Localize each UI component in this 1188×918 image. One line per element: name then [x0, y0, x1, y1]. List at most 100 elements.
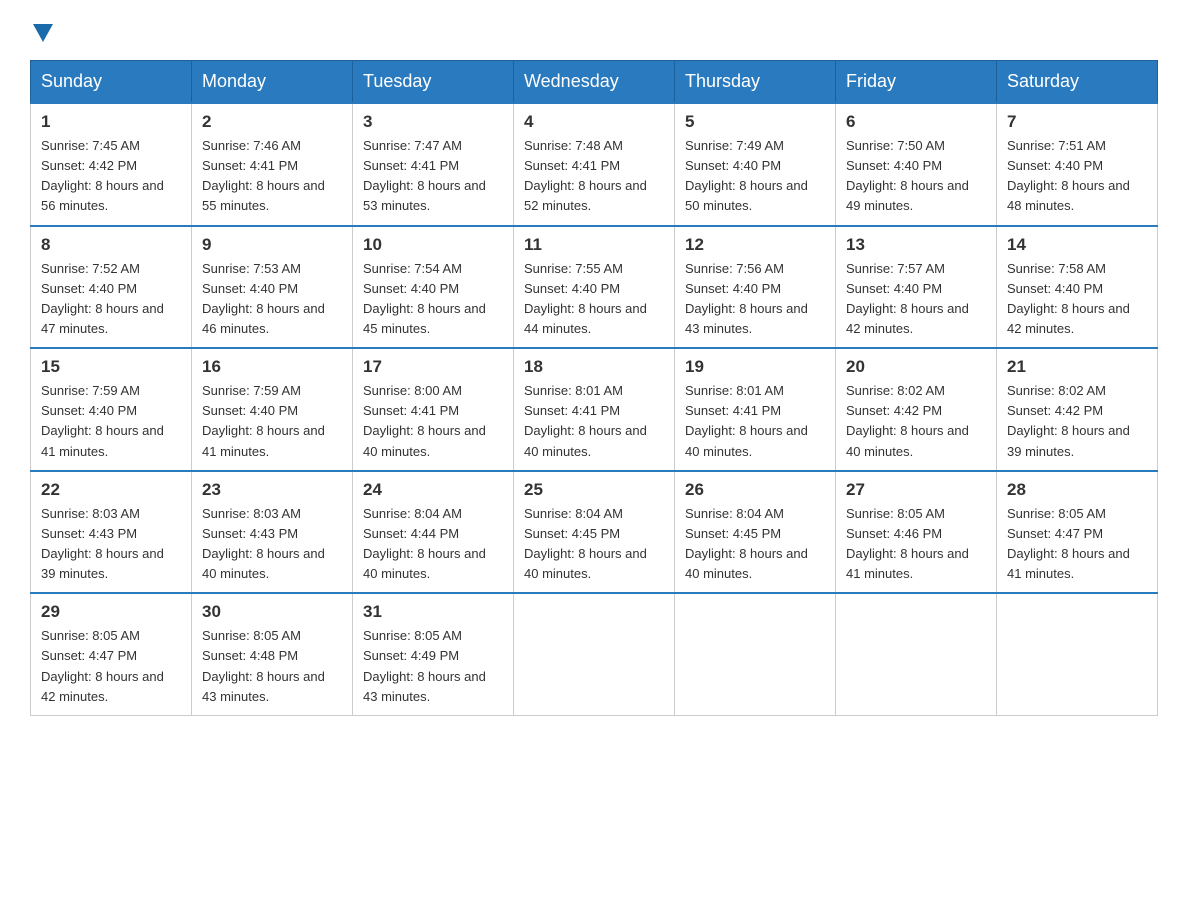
- day-info: Sunrise: 7:55 AMSunset: 4:40 PMDaylight:…: [524, 261, 647, 336]
- day-number: 20: [846, 357, 986, 377]
- day-info: Sunrise: 7:45 AMSunset: 4:42 PMDaylight:…: [41, 138, 164, 213]
- header-cell-sunday: Sunday: [31, 61, 192, 104]
- day-info: Sunrise: 8:01 AMSunset: 4:41 PMDaylight:…: [524, 383, 647, 458]
- day-info: Sunrise: 8:03 AMSunset: 4:43 PMDaylight:…: [202, 506, 325, 581]
- day-number: 10: [363, 235, 503, 255]
- day-info: Sunrise: 7:57 AMSunset: 4:40 PMDaylight:…: [846, 261, 969, 336]
- day-number: 15: [41, 357, 181, 377]
- day-cell-5: 5 Sunrise: 7:49 AMSunset: 4:40 PMDayligh…: [675, 103, 836, 226]
- day-cell-2: 2 Sunrise: 7:46 AMSunset: 4:41 PMDayligh…: [192, 103, 353, 226]
- day-info: Sunrise: 8:05 AMSunset: 4:48 PMDaylight:…: [202, 628, 325, 703]
- day-number: 3: [363, 112, 503, 132]
- day-number: 23: [202, 480, 342, 500]
- day-info: Sunrise: 7:58 AMSunset: 4:40 PMDaylight:…: [1007, 261, 1130, 336]
- day-number: 21: [1007, 357, 1147, 377]
- day-number: 8: [41, 235, 181, 255]
- day-info: Sunrise: 7:50 AMSunset: 4:40 PMDaylight:…: [846, 138, 969, 213]
- empty-cell: [997, 593, 1158, 715]
- calendar-body: 1 Sunrise: 7:45 AMSunset: 4:42 PMDayligh…: [31, 103, 1158, 715]
- logo-triangle-icon: [33, 24, 53, 42]
- day-info: Sunrise: 8:05 AMSunset: 4:46 PMDaylight:…: [846, 506, 969, 581]
- day-cell-14: 14 Sunrise: 7:58 AMSunset: 4:40 PMDaylig…: [997, 226, 1158, 349]
- day-number: 26: [685, 480, 825, 500]
- day-info: Sunrise: 8:01 AMSunset: 4:41 PMDaylight:…: [685, 383, 808, 458]
- day-info: Sunrise: 8:02 AMSunset: 4:42 PMDaylight:…: [846, 383, 969, 458]
- day-number: 31: [363, 602, 503, 622]
- week-row-1: 1 Sunrise: 7:45 AMSunset: 4:42 PMDayligh…: [31, 103, 1158, 226]
- day-info: Sunrise: 7:51 AMSunset: 4:40 PMDaylight:…: [1007, 138, 1130, 213]
- header-cell-thursday: Thursday: [675, 61, 836, 104]
- day-cell-9: 9 Sunrise: 7:53 AMSunset: 4:40 PMDayligh…: [192, 226, 353, 349]
- day-info: Sunrise: 8:02 AMSunset: 4:42 PMDaylight:…: [1007, 383, 1130, 458]
- day-info: Sunrise: 8:04 AMSunset: 4:45 PMDaylight:…: [685, 506, 808, 581]
- day-cell-31: 31 Sunrise: 8:05 AMSunset: 4:49 PMDaylig…: [353, 593, 514, 715]
- empty-cell: [675, 593, 836, 715]
- day-cell-7: 7 Sunrise: 7:51 AMSunset: 4:40 PMDayligh…: [997, 103, 1158, 226]
- day-info: Sunrise: 7:48 AMSunset: 4:41 PMDaylight:…: [524, 138, 647, 213]
- day-number: 4: [524, 112, 664, 132]
- day-cell-15: 15 Sunrise: 7:59 AMSunset: 4:40 PMDaylig…: [31, 348, 192, 471]
- day-info: Sunrise: 7:53 AMSunset: 4:40 PMDaylight:…: [202, 261, 325, 336]
- day-cell-28: 28 Sunrise: 8:05 AMSunset: 4:47 PMDaylig…: [997, 471, 1158, 594]
- week-row-5: 29 Sunrise: 8:05 AMSunset: 4:47 PMDaylig…: [31, 593, 1158, 715]
- empty-cell: [836, 593, 997, 715]
- day-cell-21: 21 Sunrise: 8:02 AMSunset: 4:42 PMDaylig…: [997, 348, 1158, 471]
- day-info: Sunrise: 7:59 AMSunset: 4:40 PMDaylight:…: [41, 383, 164, 458]
- day-info: Sunrise: 8:05 AMSunset: 4:47 PMDaylight:…: [1007, 506, 1130, 581]
- day-number: 14: [1007, 235, 1147, 255]
- day-cell-11: 11 Sunrise: 7:55 AMSunset: 4:40 PMDaylig…: [514, 226, 675, 349]
- day-cell-30: 30 Sunrise: 8:05 AMSunset: 4:48 PMDaylig…: [192, 593, 353, 715]
- day-number: 12: [685, 235, 825, 255]
- day-number: 5: [685, 112, 825, 132]
- calendar-header: SundayMondayTuesdayWednesdayThursdayFrid…: [31, 61, 1158, 104]
- day-info: Sunrise: 8:03 AMSunset: 4:43 PMDaylight:…: [41, 506, 164, 581]
- day-info: Sunrise: 8:05 AMSunset: 4:49 PMDaylight:…: [363, 628, 486, 703]
- day-number: 1: [41, 112, 181, 132]
- week-row-2: 8 Sunrise: 7:52 AMSunset: 4:40 PMDayligh…: [31, 226, 1158, 349]
- day-cell-27: 27 Sunrise: 8:05 AMSunset: 4:46 PMDaylig…: [836, 471, 997, 594]
- day-info: Sunrise: 8:00 AMSunset: 4:41 PMDaylight:…: [363, 383, 486, 458]
- day-number: 19: [685, 357, 825, 377]
- day-cell-13: 13 Sunrise: 7:57 AMSunset: 4:40 PMDaylig…: [836, 226, 997, 349]
- day-cell-18: 18 Sunrise: 8:01 AMSunset: 4:41 PMDaylig…: [514, 348, 675, 471]
- day-cell-6: 6 Sunrise: 7:50 AMSunset: 4:40 PMDayligh…: [836, 103, 997, 226]
- day-cell-22: 22 Sunrise: 8:03 AMSunset: 4:43 PMDaylig…: [31, 471, 192, 594]
- day-cell-23: 23 Sunrise: 8:03 AMSunset: 4:43 PMDaylig…: [192, 471, 353, 594]
- day-number: 13: [846, 235, 986, 255]
- day-cell-8: 8 Sunrise: 7:52 AMSunset: 4:40 PMDayligh…: [31, 226, 192, 349]
- day-info: Sunrise: 8:05 AMSunset: 4:47 PMDaylight:…: [41, 628, 164, 703]
- day-info: Sunrise: 8:04 AMSunset: 4:44 PMDaylight:…: [363, 506, 486, 581]
- day-cell-16: 16 Sunrise: 7:59 AMSunset: 4:40 PMDaylig…: [192, 348, 353, 471]
- day-number: 24: [363, 480, 503, 500]
- week-row-3: 15 Sunrise: 7:59 AMSunset: 4:40 PMDaylig…: [31, 348, 1158, 471]
- day-info: Sunrise: 7:52 AMSunset: 4:40 PMDaylight:…: [41, 261, 164, 336]
- empty-cell: [514, 593, 675, 715]
- header-cell-tuesday: Tuesday: [353, 61, 514, 104]
- day-info: Sunrise: 7:49 AMSunset: 4:40 PMDaylight:…: [685, 138, 808, 213]
- day-number: 29: [41, 602, 181, 622]
- day-info: Sunrise: 7:59 AMSunset: 4:40 PMDaylight:…: [202, 383, 325, 458]
- day-cell-3: 3 Sunrise: 7:47 AMSunset: 4:41 PMDayligh…: [353, 103, 514, 226]
- day-number: 16: [202, 357, 342, 377]
- day-number: 27: [846, 480, 986, 500]
- header-row: SundayMondayTuesdayWednesdayThursdayFrid…: [31, 61, 1158, 104]
- day-number: 2: [202, 112, 342, 132]
- calendar-table: SundayMondayTuesdayWednesdayThursdayFrid…: [30, 60, 1158, 716]
- day-number: 7: [1007, 112, 1147, 132]
- week-row-4: 22 Sunrise: 8:03 AMSunset: 4:43 PMDaylig…: [31, 471, 1158, 594]
- day-number: 6: [846, 112, 986, 132]
- day-info: Sunrise: 7:47 AMSunset: 4:41 PMDaylight:…: [363, 138, 486, 213]
- day-cell-10: 10 Sunrise: 7:54 AMSunset: 4:40 PMDaylig…: [353, 226, 514, 349]
- header-cell-monday: Monday: [192, 61, 353, 104]
- page-header: [30, 20, 1158, 42]
- day-cell-12: 12 Sunrise: 7:56 AMSunset: 4:40 PMDaylig…: [675, 226, 836, 349]
- header-cell-saturday: Saturday: [997, 61, 1158, 104]
- day-number: 28: [1007, 480, 1147, 500]
- day-number: 25: [524, 480, 664, 500]
- day-info: Sunrise: 7:46 AMSunset: 4:41 PMDaylight:…: [202, 138, 325, 213]
- day-info: Sunrise: 7:54 AMSunset: 4:40 PMDaylight:…: [363, 261, 486, 336]
- day-number: 30: [202, 602, 342, 622]
- day-cell-4: 4 Sunrise: 7:48 AMSunset: 4:41 PMDayligh…: [514, 103, 675, 226]
- day-cell-17: 17 Sunrise: 8:00 AMSunset: 4:41 PMDaylig…: [353, 348, 514, 471]
- day-number: 11: [524, 235, 664, 255]
